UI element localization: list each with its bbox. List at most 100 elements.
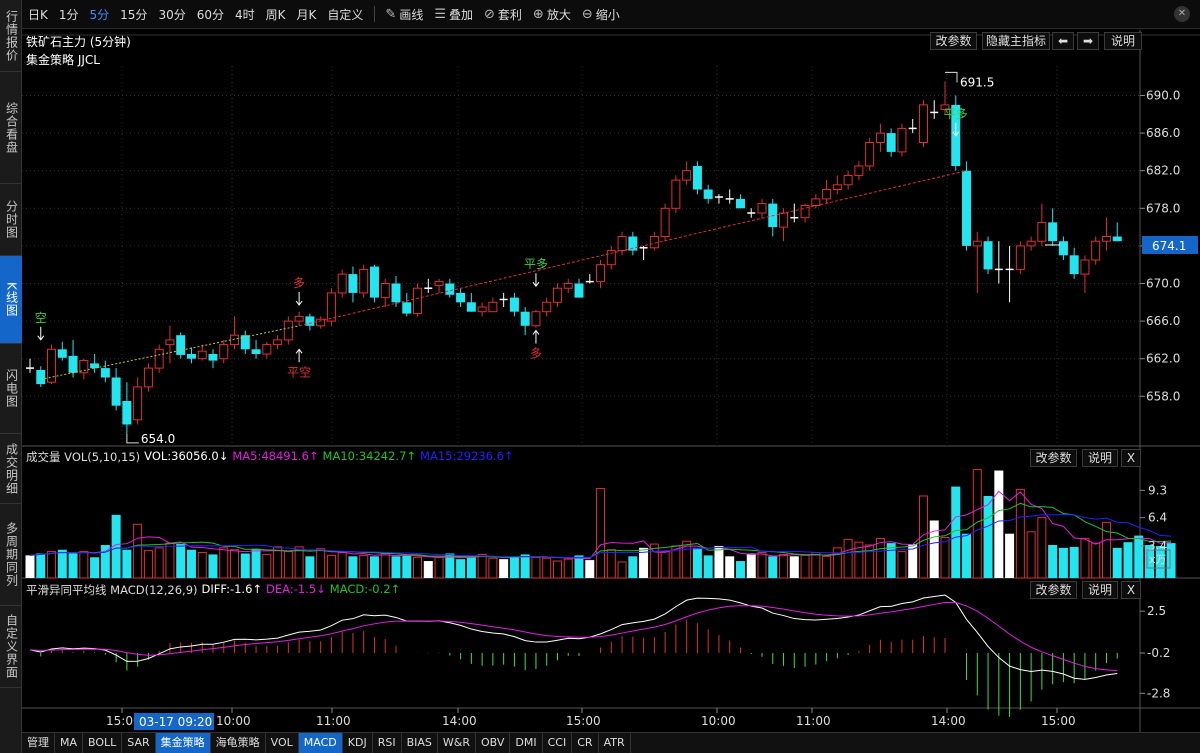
indicator-tab-4[interactable]: 集金策略 [155,733,211,753]
volume-bar-14 [176,544,186,578]
indicator-tab-5[interactable]: 海龟策略 [211,733,266,753]
volume-bar-1 [36,553,46,578]
candle-84 [930,100,939,119]
period-tab-7[interactable]: 周K [266,6,286,23]
period-tab-6[interactable]: 4时 [235,6,255,23]
candle-87 [962,161,972,251]
volume-bar-13 [165,542,175,579]
macd-params-button[interactable]: 改参数 [1030,581,1077,599]
period-tab-1[interactable]: 1分 [59,6,79,23]
candle-body [843,174,853,186]
candle-91 [1005,245,1014,303]
candle-63 [703,184,713,204]
volume-bar-106 [1166,543,1176,578]
sidebar-tab-5[interactable]: 成交明细 [0,434,22,504]
main-params-button[interactable]: 改参数 [930,32,977,50]
candle-body [186,354,196,359]
volume-bar-53 [596,487,606,579]
candle-body [531,311,541,327]
candle-33 [380,278,390,307]
candle-69 [768,198,778,237]
volume-bar-42 [477,553,487,579]
candle-body [165,339,175,346]
candle-78 [865,137,875,171]
indicator-tab-11[interactable]: W&R [438,733,476,753]
sidebar-tab-1[interactable]: 综合看盘 [0,72,22,184]
candle-50 [563,278,573,293]
signal-label-3: 平多 [524,257,548,271]
period-tab-3[interactable]: 15分 [120,6,147,23]
indicator-tab-15[interactable]: CR [572,733,599,753]
arrow-right-icon[interactable]: ➡ [1077,32,1099,50]
candle-body [682,170,692,181]
indicator-tab-9[interactable]: RSI [373,733,402,753]
period-tab-8[interactable]: 月K [297,6,317,23]
macd-value: MACD:-0.2↑ [329,582,401,596]
arrow-left-icon[interactable]: ⬅ [1052,32,1074,50]
volume-bar-12 [154,547,164,579]
main-help-button[interactable]: 说明 [1104,32,1142,50]
volume-close-button[interactable]: X [1121,449,1141,467]
candle-body [273,339,283,346]
volume-params-button[interactable]: 改参数 [1030,449,1077,467]
hide-indicator-button[interactable]: 隐藏主指标 [982,32,1050,50]
period-tab-0[interactable]: 日K [28,6,48,23]
indicator-tab-1[interactable]: MA [55,733,84,753]
macd-help-button[interactable]: 说明 [1082,581,1118,599]
candle-body [1026,240,1036,247]
sidebar-tab-2[interactable]: 分时图 [0,184,22,256]
sidebar-tab-4[interactable]: 闪电图 [0,344,22,434]
indicator-tab-3[interactable]: SAR [122,733,156,753]
candle-body [208,354,218,361]
volume-bar-22 [262,553,272,579]
volume-help-button[interactable]: 说明 [1082,449,1118,467]
volume-bar-10 [133,523,143,579]
indicator-tab-6[interactable]: VOL [266,733,299,753]
time-label-6: 11:00 [796,714,831,728]
macd-tick-1: -0.2 [1147,646,1170,660]
candle-body [1112,236,1122,242]
time-label-4: 15:00 [566,714,601,728]
price-tick-6: 666.0 [1146,314,1180,328]
low-marker [126,433,139,444]
indicator-tab-13[interactable]: DMI [510,733,543,753]
candle-body [1069,255,1079,275]
sidebar-tab-6[interactable]: 多周期同列 [0,504,22,606]
macd-close-button[interactable]: X [1121,581,1141,599]
candle-body [294,315,304,322]
period-tab-2[interactable]: 5分 [90,6,110,23]
candle-body [36,369,46,385]
indicator-tab-7[interactable]: MACD [298,733,343,753]
sidebar-tab-3[interactable]: K线图 [0,256,22,344]
close-icon[interactable]: ✕ [1174,6,1190,22]
candle-body [779,212,789,228]
indicator-tab-0[interactable]: 管理 [22,733,55,753]
indicator-tab-10[interactable]: BIAS [402,733,438,753]
zoom-in-button[interactable]: ⊕ 放大 [533,6,571,23]
signal-4: 多 [530,329,542,361]
indicator-tab-12[interactable]: OBV [476,733,511,753]
period-tab-9[interactable]: 自定义 [327,6,363,23]
candle-35 [402,292,412,317]
volume-bar-89 [983,495,993,578]
sidebar-tab-7[interactable]: 自定义界面 [0,606,22,688]
indicator-tab-2[interactable]: BOLL [83,733,123,753]
period-tab-5[interactable]: 60分 [197,6,224,23]
indicator-tab-14[interactable]: CCI [543,733,573,753]
sidebar-tab-0[interactable]: 行情报价 [0,0,22,72]
arbitrage-button[interactable]: ⊘ 套利 [484,6,522,23]
draw-line-button[interactable]: ✎ 画线 [385,6,423,23]
candle-body [251,349,261,354]
zoom-out-button[interactable]: ⊖ 缩小 [582,6,620,23]
candle-17 [208,349,218,369]
period-tab-4[interactable]: 30分 [158,6,185,23]
volume-bar-91 [1005,533,1015,578]
indicator-tab-16[interactable]: ATR [599,733,631,753]
indicator-tab-8[interactable]: KDJ [343,733,373,753]
candle-20 [240,330,250,354]
time-label-8: 15:00 [1041,714,1076,728]
candle-body [402,302,412,314]
overlay-button[interactable]: ☰ 叠加 [434,6,473,23]
kline-chart[interactable]: 691.5654.0空多平空平多多平多 690.0686.0682.0678.0… [22,30,1200,732]
low-label: 654.0 [141,432,175,446]
